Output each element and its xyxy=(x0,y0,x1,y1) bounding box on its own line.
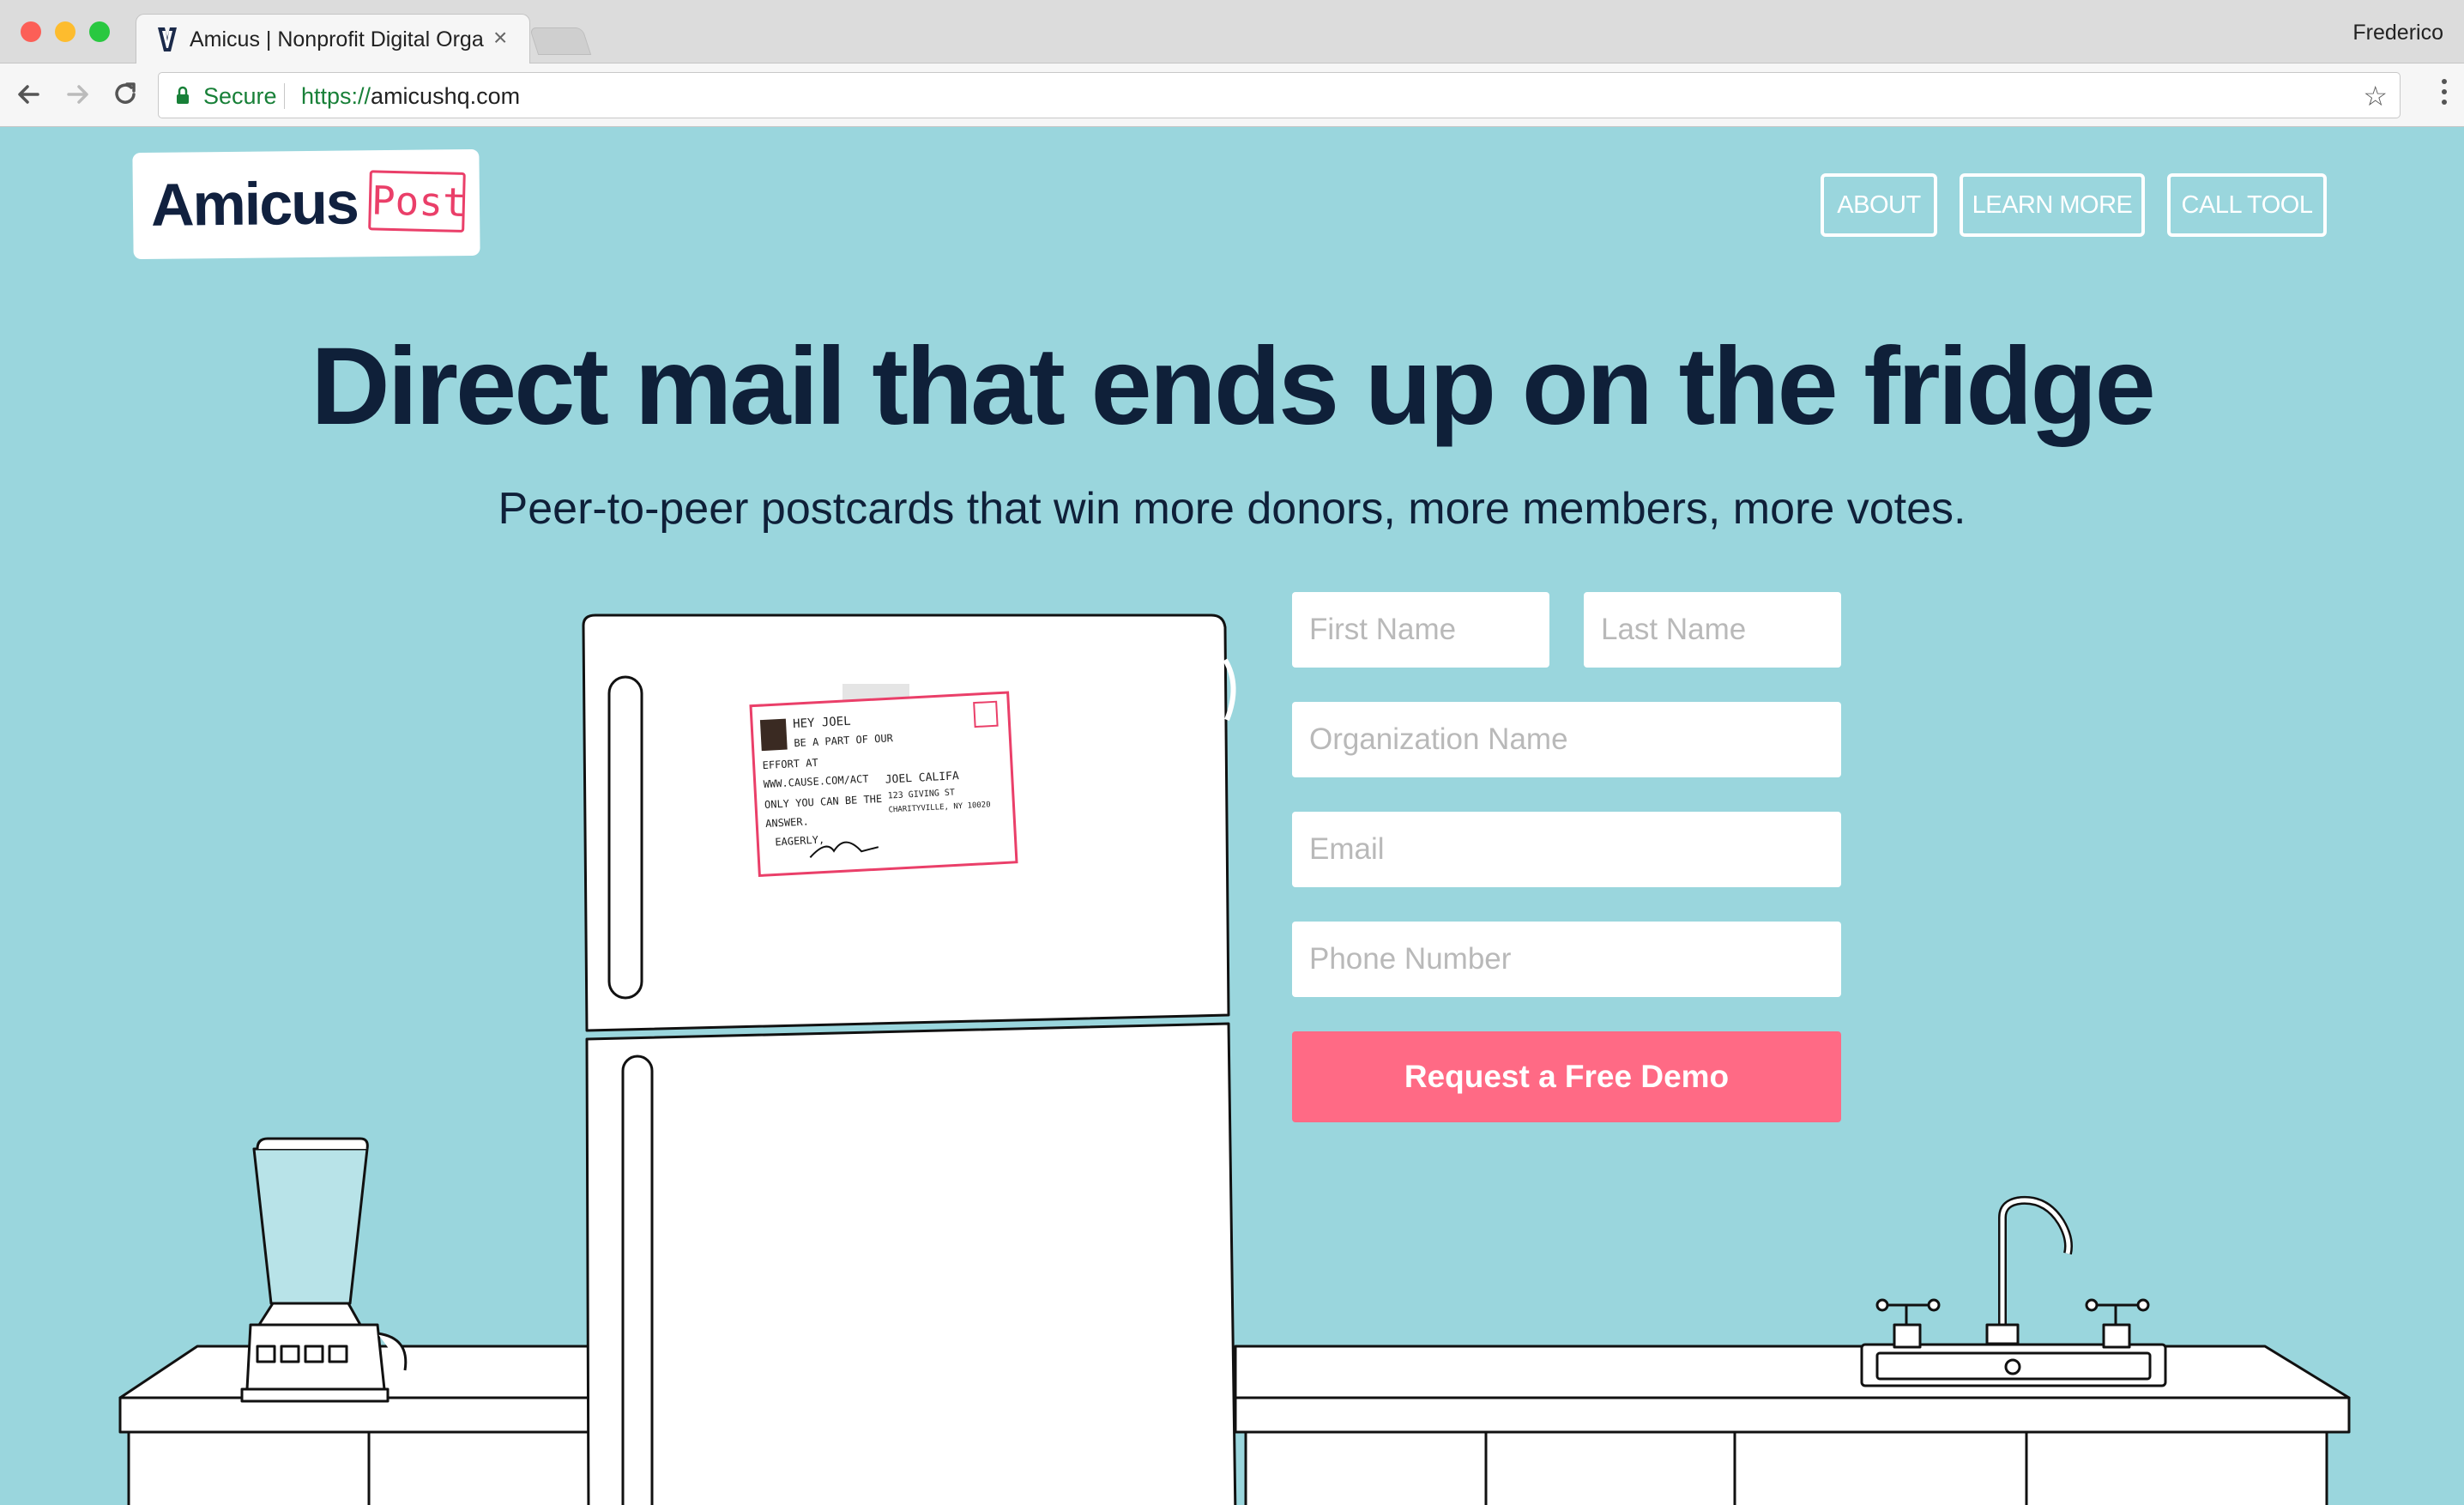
browser-tab[interactable]: Amicus | Nonprofit Digital Orga × xyxy=(136,14,530,65)
maximize-window-button[interactable] xyxy=(89,21,110,42)
address-divider xyxy=(284,83,285,109)
back-arrow-icon[interactable] xyxy=(12,77,46,112)
request-demo-button[interactable]: Request a Free Demo xyxy=(1292,1031,1841,1122)
profile-name[interactable]: Frederico xyxy=(2352,21,2443,45)
postcard-address-2: 123 GIVING ST xyxy=(887,788,955,801)
amicus-post-logo[interactable]: Amicus Post xyxy=(135,151,478,257)
hero-headline: Direct mail that ends up on the fridge xyxy=(311,325,2156,448)
secure-label: Secure xyxy=(203,83,277,109)
postcard-address-1: JOEL CALIFA xyxy=(885,770,959,786)
close-window-button[interactable] xyxy=(21,21,41,42)
url-text: https://amicushq.com xyxy=(301,83,521,109)
phone-number-input[interactable] xyxy=(1292,922,1841,997)
nav-learn-more-link[interactable]: LEARN MORE xyxy=(1960,173,2145,237)
postcard-line-5: ONLY YOU CAN BE THE xyxy=(764,793,883,811)
email-input[interactable] xyxy=(1292,812,1841,887)
first-name-input[interactable] xyxy=(1292,592,1549,668)
postcard-line-1: HEY JOEL xyxy=(793,715,851,732)
postcard-line-6: ANSWER. xyxy=(765,815,809,830)
postcard-line-7: EAGERLY, xyxy=(775,833,824,848)
postcard-address-3: CHARITYVILLE, NY 10020 xyxy=(888,801,991,814)
browser-menu-icon[interactable] xyxy=(2442,79,2449,113)
tab-bar: Amicus | Nonprofit Digital Orga × Freder… xyxy=(0,0,2464,65)
browser-toolbar: Secure https://amicushq.com ☆ xyxy=(0,63,2464,127)
organization-name-input[interactable] xyxy=(1292,702,1841,777)
tab-close-icon[interactable]: × xyxy=(493,25,507,51)
bookmark-star-icon[interactable]: ☆ xyxy=(2363,80,2388,112)
lock-icon xyxy=(177,86,189,104)
logo-post-tag: Post xyxy=(368,170,467,233)
amicus-favicon-icon xyxy=(158,27,177,51)
web-page: HEY JOEL BE A PART OF OUR EFFORT AT WWW.… xyxy=(0,128,2464,1505)
browser-window: Amicus | Nonprofit Digital Orga × Freder… xyxy=(0,0,2464,1505)
forward-arrow-icon[interactable] xyxy=(60,77,94,112)
tab-title: Amicus | Nonprofit Digital Orga xyxy=(190,27,484,51)
new-tab-button[interactable] xyxy=(528,27,592,55)
last-name-input[interactable] xyxy=(1584,592,1841,668)
postcard-line-2: BE A PART OF OUR xyxy=(794,732,894,749)
hero-subheadline: Peer-to-peer postcards that win more don… xyxy=(498,484,1966,534)
postcard-line-3: EFFORT AT xyxy=(762,757,818,771)
address-bar[interactable]: Secure https://amicushq.com ☆ xyxy=(158,72,2401,118)
postcard-line-4: WWW.CAUSE.COM/ACT xyxy=(763,773,868,790)
minimize-window-button[interactable] xyxy=(55,21,75,42)
nav-call-tool-link[interactable]: CALL TOOL xyxy=(2167,173,2327,237)
nav-about-link[interactable]: ABOUT xyxy=(1821,173,1937,237)
logo-wordmark: Amicus xyxy=(150,169,359,239)
reload-icon[interactable] xyxy=(108,77,142,112)
